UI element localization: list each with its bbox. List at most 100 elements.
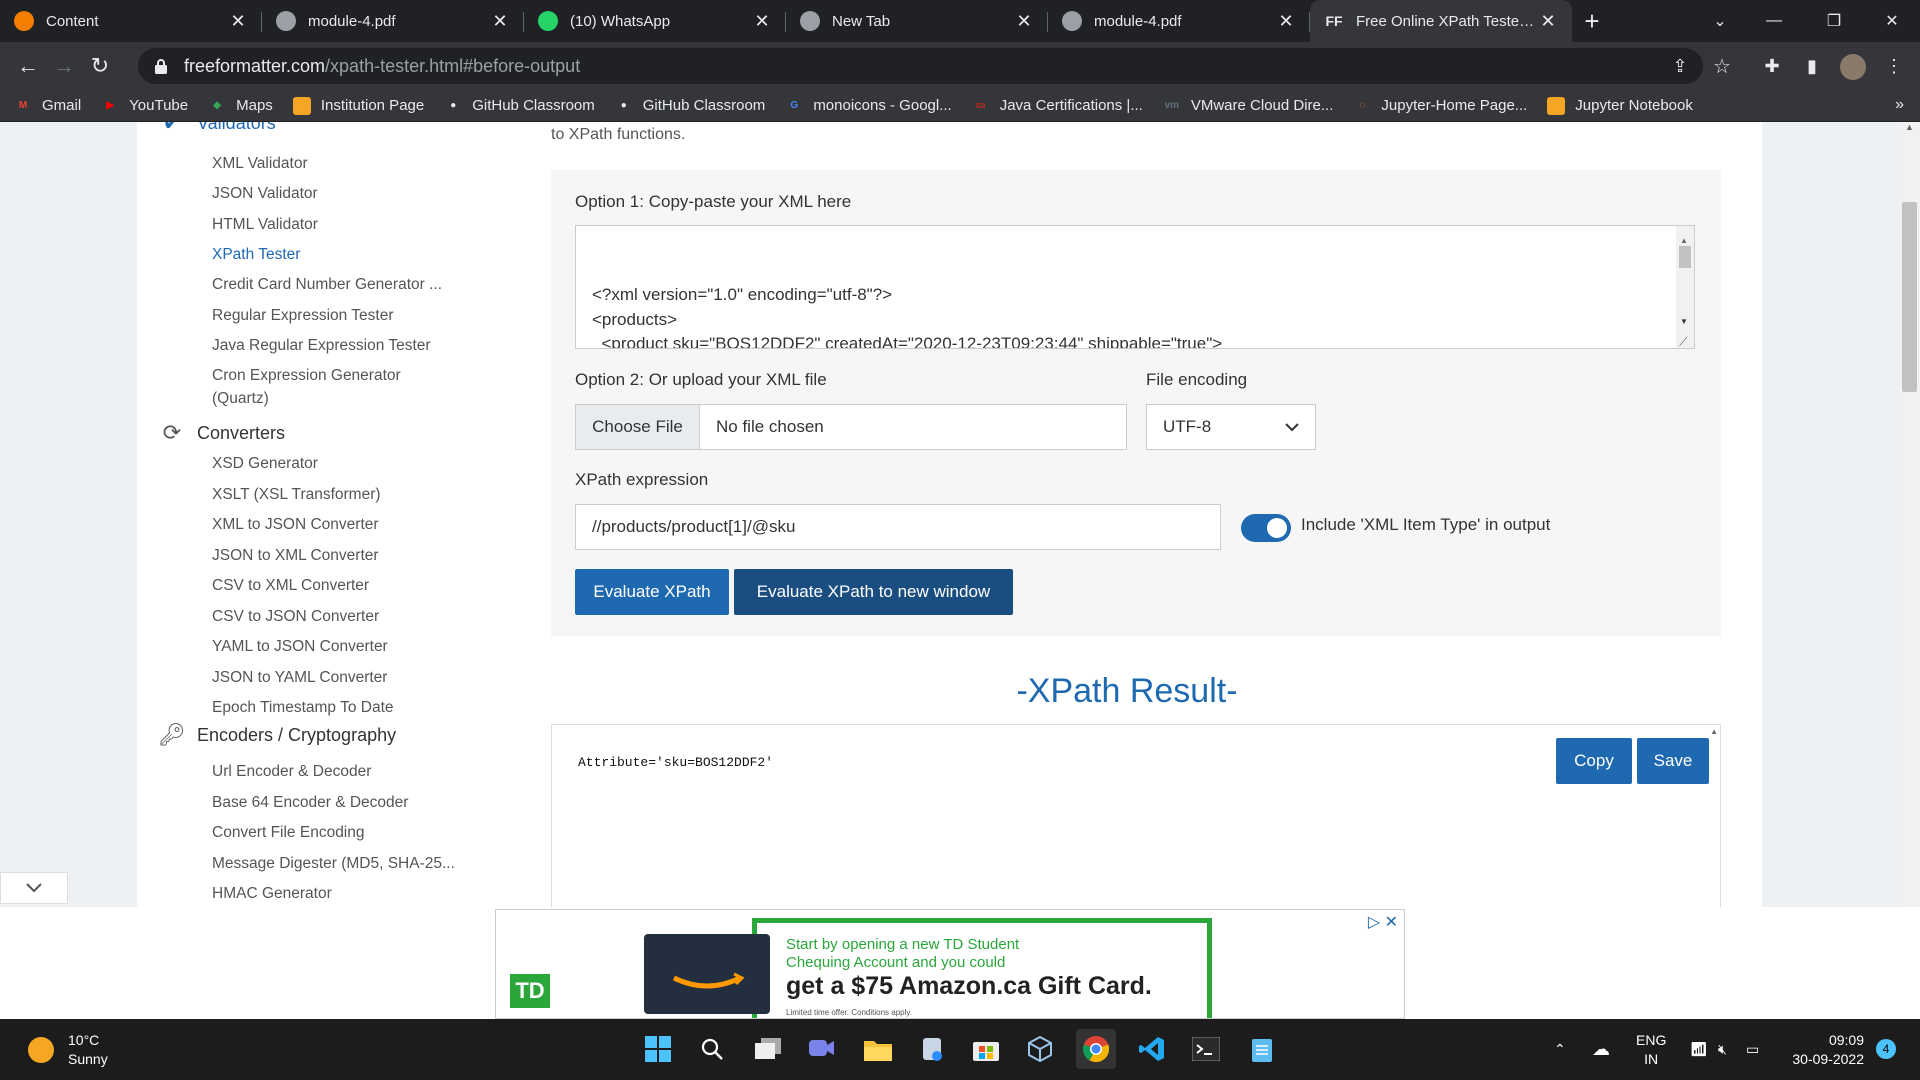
sidebar-link[interactable]: CSV to XML Converter [212,577,369,595]
browser-tab[interactable]: (10) WhatsApp ✕ [524,0,786,42]
sidebar-link[interactable]: XSLT (XSL Transformer) [212,486,381,504]
extensions-icon[interactable]: ✚ [1754,48,1790,84]
browser-tab[interactable]: FF Free Online XPath Tester / E ✕ [1310,0,1572,42]
teams-chat-icon[interactable] [802,1029,842,1069]
browser-tab[interactable]: Content ✕ [0,0,262,42]
sidebar-link[interactable]: HTML Validator [212,216,318,234]
start-icon[interactable] [638,1029,678,1069]
side-panel-icon[interactable]: ▮ [1794,48,1830,84]
share-icon[interactable]: ⇪ [1662,48,1698,84]
minimize-button[interactable]: — [1746,0,1802,42]
sidebar-link[interactable]: Credit Card Number Generator ... [212,276,442,294]
tray-overflow-icon[interactable]: ⌃ [1554,1019,1566,1080]
microsoft-store-icon[interactable] [966,1029,1006,1069]
sidebar-link[interactable]: JSON to XML Converter [212,547,379,565]
sidebar-link[interactable]: (Quartz) [212,390,269,408]
sidebar-link[interactable]: YAML to JSON Converter [212,638,388,656]
bookmark-item[interactable]: ▭ Java Certifications |... [972,97,1143,115]
tab-close-icon[interactable]: ✕ [1538,11,1558,32]
vscode-icon[interactable] [1132,1029,1172,1069]
bookmark-item[interactable]: Institution Page [292,96,424,115]
save-button[interactable]: Save [1637,738,1709,784]
xpath-input[interactable]: //products/product[1]/@sku [575,504,1221,550]
sidebar-link[interactable]: XPath Tester [212,246,300,264]
search-icon[interactable] [692,1029,732,1069]
menu-kebab-icon[interactable]: ⋮ [1876,48,1912,84]
evaluate-new-window-button[interactable]: Evaluate XPath to new window [734,569,1013,615]
tab-close-icon[interactable]: ✕ [1276,11,1296,32]
sidebar-link[interactable]: Message Digester (MD5, SHA-25... [212,855,455,873]
sidebar-link[interactable]: Cron Expression Generator [212,367,401,385]
converters-heading[interactable]: ⟳ Converters [159,420,285,446]
sidebar-link[interactable]: HMAC Generator [212,885,332,903]
bookmark-item[interactable]: ● GitHub Classroom [615,97,766,115]
bookmark-item[interactable]: ▶ YouTube [101,97,188,115]
collapse-ad-button[interactable] [0,872,68,904]
ad-close-icon[interactable]: ▷ ✕ [1368,912,1398,932]
include-type-toggle[interactable] [1241,514,1291,542]
profile-avatar[interactable] [1840,54,1866,80]
sidebar-link[interactable]: JSON to YAML Converter [212,669,387,687]
chrome-icon[interactable] [1076,1029,1116,1069]
onedrive-cloud-icon[interactable]: ☁ [1592,1019,1610,1080]
speaker-muted-icon[interactable]: 🔇︎ [1718,1019,1727,1080]
notification-badge[interactable]: 4 [1876,1039,1896,1059]
address-bar[interactable]: freeformatter.com/xpath-tester.html#befo… [138,48,1703,84]
sidebar-link[interactable]: XSD Generator [212,455,318,473]
virtualbox-icon[interactable] [1020,1029,1060,1069]
terminal-icon[interactable] [1186,1029,1226,1069]
encoders-heading[interactable]: 🔑︎ Encoders / Cryptography [158,722,396,748]
xml-scrollbar[interactable]: ▲ ▼ ⟋ [1676,226,1694,348]
sidebar-link[interactable]: Java Regular Expression Tester [212,337,431,355]
bookmark-item[interactable]: Jupyter Notebook [1547,96,1693,115]
result-scroll-up-icon[interactable]: ▲ [1710,727,1718,736]
close-window-button[interactable]: ✕ [1864,0,1920,42]
clock[interactable]: 09:09 30-09-2022 [1784,1031,1864,1069]
bookmark-item[interactable]: M Gmail [14,97,81,115]
language-indicator[interactable]: ENG IN [1636,1031,1666,1069]
battery-icon[interactable]: ▭ [1746,1019,1759,1080]
sidebar-link[interactable]: JSON Validator [212,185,318,203]
browser-tab[interactable]: module-4.pdf ✕ [262,0,524,42]
bookmark-item[interactable]: vm VMware Cloud Dire... [1163,97,1334,115]
bookmark-star-icon[interactable]: ☆ [1704,48,1740,84]
bookmark-item[interactable]: ◌ Jupyter-Home Page... [1353,97,1527,115]
sidebar-link[interactable]: XML Validator [212,155,308,173]
copy-button[interactable]: Copy [1556,738,1632,784]
forward-icon[interactable]: → [46,48,82,84]
new-tab-button[interactable]: + [1572,0,1612,42]
tab-close-icon[interactable]: ✕ [752,11,772,32]
notepad-icon[interactable] [1242,1029,1282,1069]
more-bookmarks-icon[interactable]: » [1895,96,1904,114]
tab-close-icon[interactable]: ✕ [228,11,248,32]
tab-close-icon[interactable]: ✕ [1014,11,1034,32]
encoding-select[interactable]: UTF-8 [1146,404,1316,450]
tab-search-icon[interactable]: ⌄ [1692,0,1748,42]
sidebar-link[interactable]: XML to JSON Converter [212,516,379,534]
bookmark-item[interactable]: ● GitHub Classroom [444,97,595,115]
restore-button[interactable]: ❐ [1806,0,1862,42]
reload-icon[interactable]: ↻ [82,48,118,84]
weather-widget[interactable]: 10°C Sunny [28,1031,108,1069]
page-scroll-thumb[interactable] [1902,202,1917,392]
sidebar-link[interactable]: CSV to JSON Converter [212,608,379,626]
bookmark-item[interactable]: Gmonoicons - Googl... [785,97,951,115]
tab-close-icon[interactable]: ✕ [490,11,510,32]
page-scrollbar[interactable]: ▲ ▼ [1899,122,1920,1019]
evaluate-xpath-button[interactable]: Evaluate XPath [575,569,729,615]
validators-heading[interactable]: ✔ Validators [159,122,276,136]
sidebar-link[interactable]: Epoch Timestamp To Date [212,699,394,717]
resize-handle-icon[interactable]: ⟋ [1679,330,1687,348]
back-icon[interactable]: ← [10,48,46,84]
task-view-icon[interactable] [748,1029,788,1069]
sidebar-link[interactable]: Convert File Encoding [212,824,365,842]
file-upload[interactable]: Choose File No file chosen [575,404,1127,450]
bookmark-item[interactable]: ◆ Maps [208,97,273,115]
sidebar-link[interactable]: Base 64 Encoder & Decoder [212,794,408,812]
page-scroll-up-icon[interactable]: ▲ [1905,122,1914,132]
app-icon[interactable] [912,1029,952,1069]
file-explorer-icon[interactable] [858,1029,898,1069]
sidebar-link[interactable]: Url Encoder & Decoder [212,763,371,781]
wifi-icon[interactable]: 📶︎ [1690,1019,1708,1080]
sidebar-link[interactable]: Regular Expression Tester [212,307,394,325]
